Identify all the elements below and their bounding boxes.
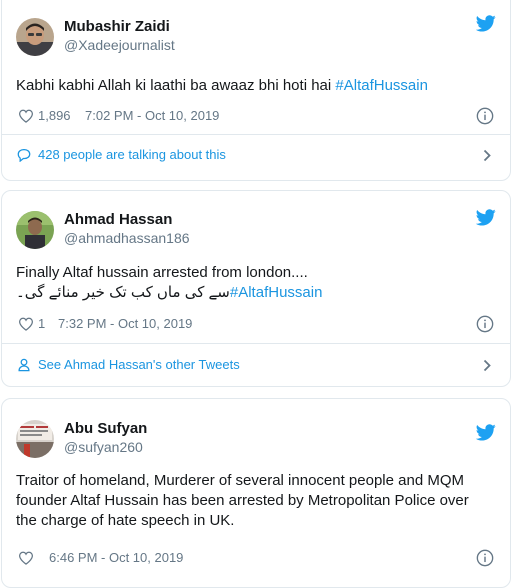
- tweet-body: Kabhi kabhi Allah ki laathi ba awaaz bhi…: [16, 77, 336, 94]
- tweet-header: Mubashir Zaidi @Xadeejournalist: [16, 15, 496, 78]
- avatar[interactable]: [16, 18, 54, 56]
- twitter-bird-icon[interactable]: [476, 209, 496, 226]
- person-icon: [18, 358, 30, 372]
- tweet-footer-link[interactable]: See Ahmad Hassan's other Tweets: [16, 354, 496, 376]
- heart-icon[interactable]: [18, 551, 34, 565]
- tweet-text: Kabhi kabhi Allah ki laathi ba awaaz bhi…: [16, 76, 496, 96]
- info-icon[interactable]: [476, 315, 494, 333]
- footer-link-label[interactable]: See Ahmad Hassan's other Tweets: [38, 354, 240, 376]
- author-handle[interactable]: @Xadeejournalist: [64, 36, 175, 54]
- heart-icon[interactable]: [18, 109, 34, 123]
- hashtag-link[interactable]: #AltafHussain: [230, 284, 323, 301]
- divider: [2, 343, 510, 344]
- tweet-text: Finally Altaf hussain arrested from lond…: [16, 263, 496, 303]
- tweet-header: Ahmad Hassan @ahmadhassan186: [16, 209, 496, 271]
- footer-link-label[interactable]: 428 people are talking about this: [38, 144, 226, 166]
- author-handle[interactable]: @ahmadhassan186: [64, 229, 190, 247]
- tweet-card[interactable]: Abu Sufyan @sufyan260 Traitor of homelan…: [1, 398, 511, 588]
- hashtag-link[interactable]: #AltafHussain: [335, 77, 428, 94]
- author-name[interactable]: Ahmad Hassan: [64, 210, 190, 229]
- tweet-card[interactable]: Ahmad Hassan @ahmadhassan186 Finally Alt…: [1, 190, 511, 387]
- tweet-body: Traitor of homeland, Murderer of several…: [16, 472, 469, 529]
- author-name[interactable]: Mubashir Zaidi: [64, 17, 175, 36]
- timestamp[interactable]: 6:46 PM - Oct 10, 2019: [49, 548, 183, 568]
- speech-bubble-icon: [17, 148, 31, 162]
- twitter-bird-icon[interactable]: [476, 15, 496, 32]
- tweet-urdu-line: سے کی ماں کب تک خیر منائے گی۔#AltafHussa…: [16, 283, 496, 303]
- avatar[interactable]: [16, 211, 54, 249]
- tweet-text: Traitor of homeland, Murderer of several…: [16, 471, 492, 531]
- tweet-body: Finally Altaf hussain arrested from lond…: [16, 264, 308, 281]
- heart-icon[interactable]: [18, 317, 34, 331]
- chevron-right-icon[interactable]: [483, 359, 492, 372]
- tweet-meta: 6:46 PM - Oct 10, 2019: [16, 548, 496, 568]
- info-icon[interactable]: [476, 107, 494, 125]
- tweet-meta: 1,896 7:02 PM - Oct 10, 2019: [16, 106, 496, 126]
- tweet-meta: 1 7:32 PM - Oct 10, 2019: [16, 314, 496, 334]
- like-count[interactable]: 1,896: [38, 106, 71, 126]
- info-icon[interactable]: [476, 549, 494, 567]
- author-handle[interactable]: @sufyan260: [64, 438, 147, 456]
- like-count[interactable]: 1: [38, 314, 45, 334]
- chevron-right-icon[interactable]: [483, 149, 492, 162]
- author-name[interactable]: Abu Sufyan: [64, 419, 147, 438]
- divider: [2, 134, 510, 135]
- timestamp[interactable]: 7:02 PM - Oct 10, 2019: [85, 106, 219, 126]
- tweet-card[interactable]: Mubashir Zaidi @Xadeejournalist Kabhi ka…: [1, 0, 511, 181]
- timestamp[interactable]: 7:32 PM - Oct 10, 2019: [58, 314, 192, 334]
- tweet-footer-link[interactable]: 428 people are talking about this: [16, 144, 496, 166]
- avatar[interactable]: [16, 420, 54, 458]
- twitter-bird-icon[interactable]: [476, 424, 496, 441]
- urdu-text: سے کی ماں کب تک خیر منائے گی۔: [16, 284, 230, 301]
- tweet-feed: Mubashir Zaidi @Xadeejournalist Kabhi ka…: [0, 0, 514, 588]
